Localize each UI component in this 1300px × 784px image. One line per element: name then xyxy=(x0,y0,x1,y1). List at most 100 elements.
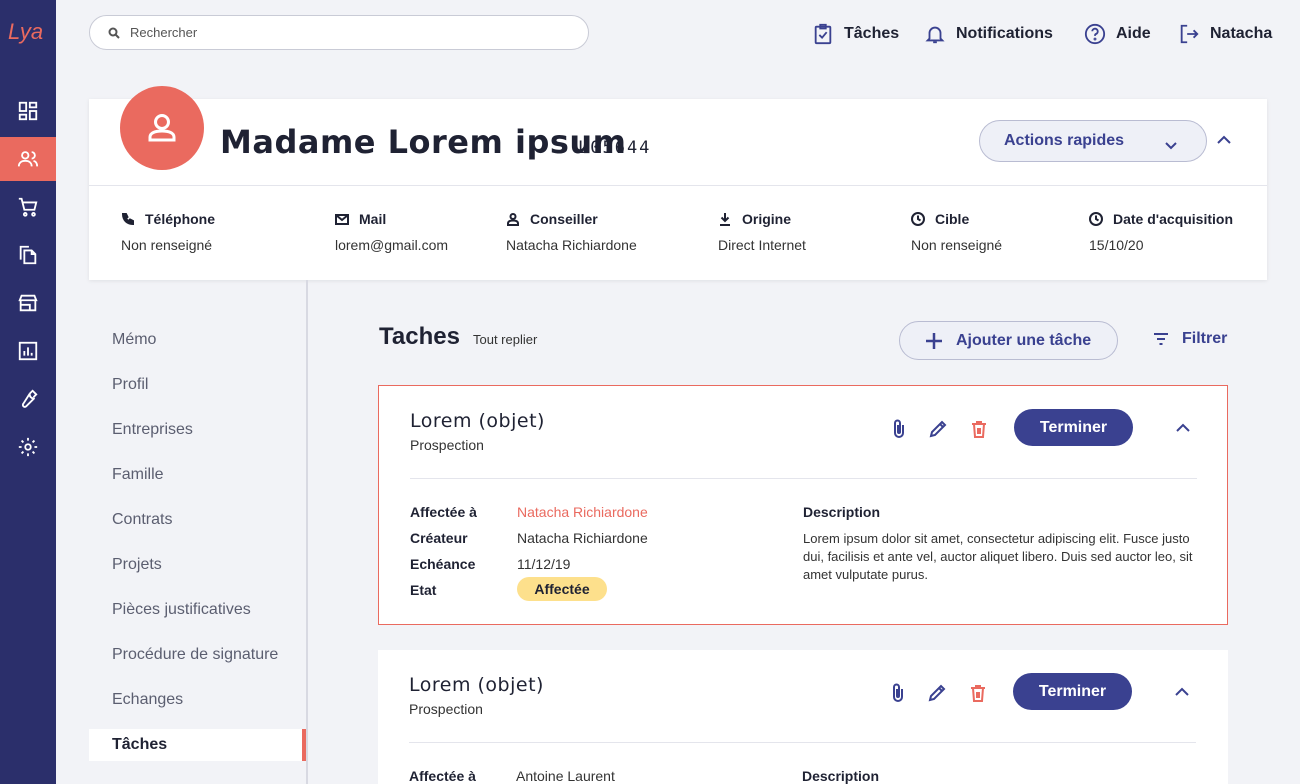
topnav-user[interactable]: Natacha xyxy=(1178,20,1272,48)
side-item-taches[interactable]: Tâches xyxy=(112,736,167,754)
collapse-all-link[interactable]: Tout replier xyxy=(473,332,537,347)
assigned-label: Affectée à xyxy=(410,504,477,520)
info-acquisition: Date d'acquisition 15/10/20 xyxy=(1089,210,1233,253)
plus-icon xyxy=(926,332,942,349)
side-item-echanges[interactable]: Echanges xyxy=(112,691,183,709)
topnav-help[interactable]: Aide xyxy=(1084,20,1151,48)
topnav-help-label: Aide xyxy=(1116,25,1151,42)
task-title: Lorem (objet) xyxy=(410,410,545,432)
side-item-projets[interactable]: Projets xyxy=(112,556,162,574)
edit-button[interactable] xyxy=(926,682,948,704)
search-input[interactable] xyxy=(130,25,530,40)
filter-button[interactable]: Filtrer xyxy=(1152,330,1227,348)
rail-tools[interactable] xyxy=(0,377,56,421)
person-icon xyxy=(507,213,519,226)
trash-icon xyxy=(972,421,986,438)
quick-actions-button[interactable]: Actions rapides xyxy=(979,120,1207,162)
side-item-entreprises[interactable]: Entreprises xyxy=(112,421,193,439)
attach-button[interactable] xyxy=(888,418,910,440)
topnav-tasks[interactable]: Tâches xyxy=(812,20,899,48)
description-label: Description xyxy=(802,768,880,784)
side-item-pieces[interactable]: Pièces justificatives xyxy=(112,601,251,619)
user-icon xyxy=(148,114,176,142)
side-item-signature[interactable]: Procédure de signature xyxy=(112,646,278,664)
store-icon xyxy=(18,294,38,312)
description-label: Description xyxy=(803,504,881,520)
add-task-button[interactable]: Ajouter une tâche xyxy=(899,321,1118,360)
due-value: 11/12/19 xyxy=(517,556,571,572)
mail-label: Mail xyxy=(359,211,387,227)
chevron-up-icon[interactable] xyxy=(1175,420,1191,436)
download-icon xyxy=(720,213,730,226)
svg-text:Lya: Lya xyxy=(8,19,43,44)
rail-cart[interactable] xyxy=(0,185,56,229)
search-icon xyxy=(108,27,120,39)
assigned-label: Affectée à xyxy=(409,768,476,784)
task-type: Prospection xyxy=(409,701,483,717)
due-label: Echéance xyxy=(410,556,476,572)
phone-label: Téléphone xyxy=(145,211,216,227)
info-advisor: Conseiller Natacha Richiardone xyxy=(506,210,637,253)
creator-value: Natacha Richiardone xyxy=(517,530,648,546)
side-item-memo[interactable]: Mémo xyxy=(112,331,156,349)
chevron-up-icon[interactable] xyxy=(1216,132,1232,148)
avatar xyxy=(120,86,204,170)
advisor-label: Conseiller xyxy=(530,211,598,227)
edit-button[interactable] xyxy=(927,418,949,440)
tasks-title: Taches xyxy=(379,323,460,350)
topnav-tasks-label: Tâches xyxy=(844,25,900,42)
wrench-icon xyxy=(21,389,38,408)
side-item-famille[interactable]: Famille xyxy=(112,466,164,484)
task-card[interactable]: Lorem (objet) Prospection Terminer Affec… xyxy=(378,650,1228,784)
state-label: Etat xyxy=(410,582,437,598)
chevron-up-icon[interactable] xyxy=(1174,684,1190,700)
origin-label: Origine xyxy=(742,211,792,227)
origin-value: Direct Internet xyxy=(718,237,806,253)
client-id: L05644 xyxy=(578,138,652,158)
attach-button[interactable] xyxy=(887,682,909,704)
lya-logo[interactable]: Lya xyxy=(0,12,56,52)
finish-task-button[interactable]: Terminer xyxy=(1013,673,1132,710)
delete-button[interactable] xyxy=(968,418,990,440)
creator-label: Créateur xyxy=(410,530,468,546)
delete-button[interactable] xyxy=(967,682,989,704)
status-badge: Affectée xyxy=(517,577,607,601)
mail-icon xyxy=(335,214,349,225)
bell-icon xyxy=(925,26,945,44)
paperclip-icon xyxy=(894,419,904,438)
header-divider xyxy=(89,185,1267,186)
phone-icon xyxy=(121,213,134,226)
rail-store[interactable] xyxy=(0,281,56,325)
rail-stats[interactable] xyxy=(0,329,56,373)
side-item-profil[interactable]: Profil xyxy=(112,376,148,394)
assigned-value[interactable]: Natacha Richiardone xyxy=(517,504,648,520)
documents-icon xyxy=(19,245,37,265)
rail-settings[interactable] xyxy=(0,425,56,469)
topnav-user-label: Natacha xyxy=(1210,25,1273,42)
pencil-icon xyxy=(929,420,947,438)
assigned-value: Antoine Laurent xyxy=(516,768,615,784)
info-phone: Téléphone Non renseigné xyxy=(121,210,215,253)
info-target: Cible Non renseigné xyxy=(911,210,1002,253)
task-divider xyxy=(410,478,1197,479)
topnav-notifications-label: Notifications xyxy=(956,25,1053,42)
dashboard-icon xyxy=(18,101,38,121)
task-card[interactable]: Lorem (objet) Prospection Terminer Affec… xyxy=(378,385,1228,625)
side-item-contrats[interactable]: Contrats xyxy=(112,511,172,529)
chart-icon xyxy=(18,341,38,361)
search-bar[interactable] xyxy=(89,15,589,50)
gear-icon xyxy=(18,437,38,457)
phone-value: Non renseigné xyxy=(121,237,213,253)
info-origin: Origine Direct Internet xyxy=(718,210,806,253)
rail-documents[interactable] xyxy=(0,233,56,277)
task-type: Prospection xyxy=(410,437,484,453)
topnav-notifications[interactable]: Notifications xyxy=(924,20,1053,48)
rail-clients[interactable] xyxy=(0,137,56,181)
paperclip-icon xyxy=(893,683,903,702)
rail-dashboard[interactable] xyxy=(0,89,56,133)
client-name: Madame Lorem ipsum xyxy=(220,123,627,161)
users-icon xyxy=(17,151,39,167)
advisor-value: Natacha Richiardone xyxy=(506,237,637,253)
finish-task-button[interactable]: Terminer xyxy=(1014,409,1133,446)
target-label: Cible xyxy=(935,211,970,227)
